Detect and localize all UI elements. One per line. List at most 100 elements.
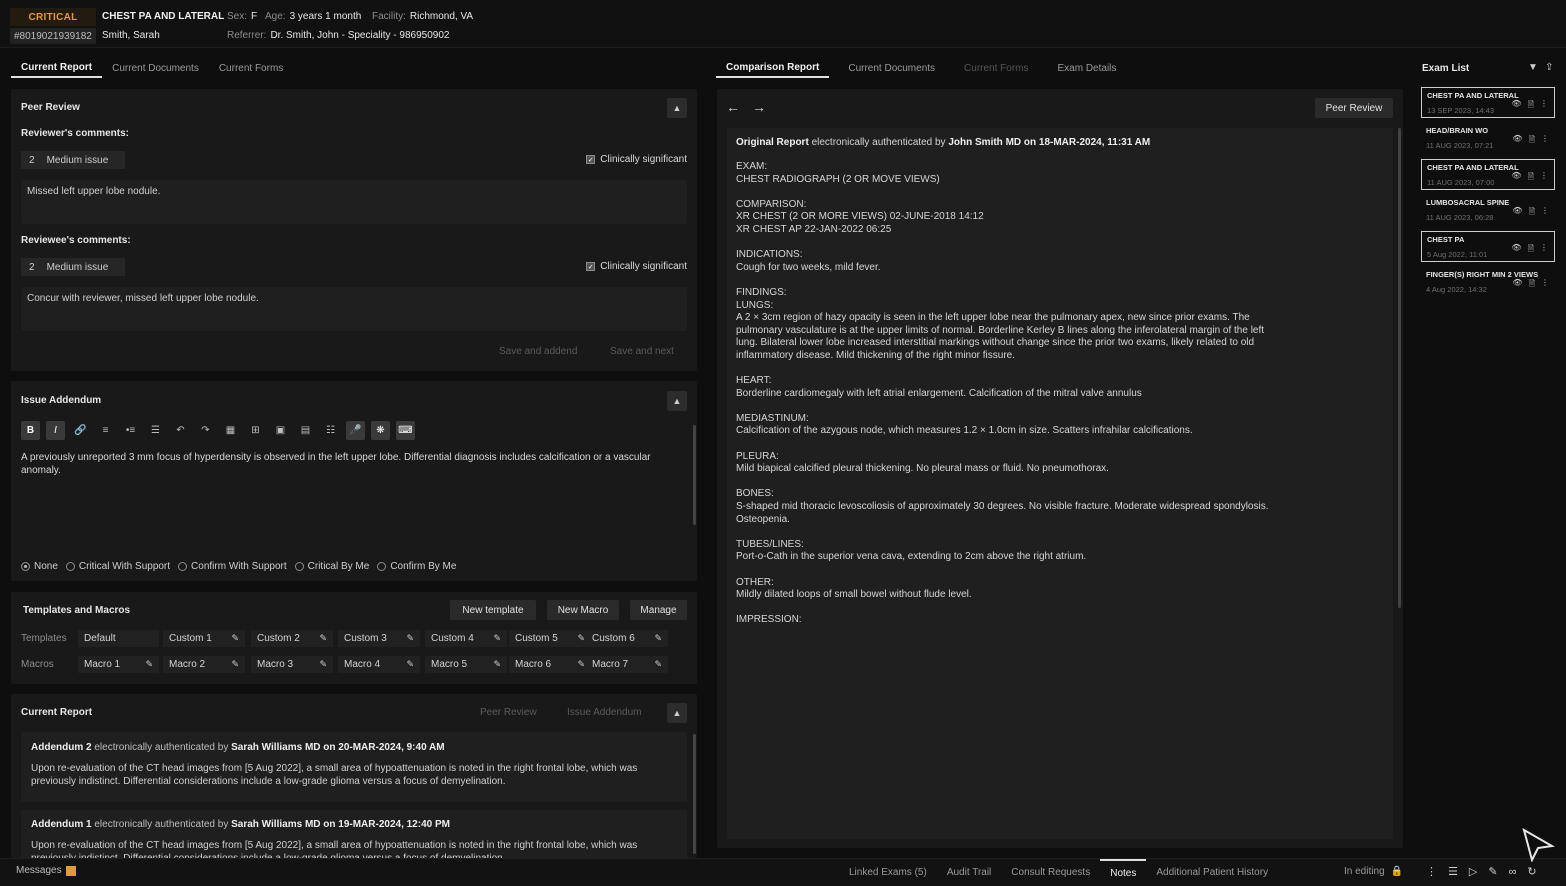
refresh-icon[interactable]: ↻ (1527, 865, 1536, 878)
scrollbar[interactable] (693, 734, 696, 854)
pencil-icon[interactable]: ✎ (231, 633, 239, 644)
exam-list-item[interactable]: FINGER(S) RIGHT MIN 2 VIEWS 4 Aug 2022, 1… (1421, 267, 1555, 298)
eye-icon[interactable]: 👁 (1511, 171, 1521, 185)
document-search-icon[interactable]: ☷ (321, 421, 340, 440)
template-custom-5[interactable]: Custom 5 ✎ (509, 630, 591, 647)
footer-tab[interactable]: Linked Exams (5) (839, 859, 937, 885)
template-custom-1[interactable]: Custom 1 ✎ (163, 630, 245, 647)
template-custom-3[interactable]: Custom 3 ✎ (338, 630, 420, 647)
eye-icon[interactable]: 👁 (1512, 278, 1522, 292)
macro-1[interactable]: Macro 1 ✎ (78, 656, 159, 673)
eye-icon[interactable]: 👁 (1512, 134, 1522, 148)
scrollbar[interactable] (1398, 128, 1401, 608)
media-icon[interactable]: ▣ (271, 421, 290, 440)
pencil-icon[interactable]: ✎ (577, 659, 585, 670)
eye-icon[interactable]: 👁 (1511, 243, 1521, 257)
collapse-button[interactable]: ▲ (667, 391, 687, 411)
eye-icon[interactable]: 👁 (1511, 99, 1521, 113)
save-and-addend-button[interactable]: Save and addend (499, 346, 577, 357)
ai-assist-icon[interactable]: ❋ (371, 421, 390, 440)
microphone-icon[interactable]: 🎤 (346, 421, 365, 440)
pencil-icon[interactable]: ✎ (319, 633, 327, 644)
option-critical-with-support[interactable]: Critical With Support (65, 561, 170, 572)
document-icon[interactable]: 🗎 (1529, 206, 1535, 220)
addendum-text-editor[interactable]: A previously unreported 3 mm focus of hy… (21, 451, 685, 477)
option-confirm-by-me[interactable]: Confirm By Me (377, 561, 456, 572)
option-critical-by-me[interactable]: Critical By Me (294, 561, 369, 572)
pencil-icon[interactable]: ✎ (231, 659, 239, 670)
exam-list-item[interactable]: CHEST PA AND LATERAL 13 SEP 2023, 14:43 👁 🗎… (1421, 87, 1555, 118)
next-icon[interactable]: ▷ (1469, 865, 1477, 878)
upload-icon[interactable]: ⇪ (1545, 62, 1553, 73)
bold-icon[interactable]: B (21, 421, 40, 440)
edit-window-icon[interactable]: ✎ (1488, 865, 1497, 878)
exam-list-item[interactable]: CHEST PA AND LATERAL 11 AUG 2023, 07:00 👁 🗎… (1421, 159, 1555, 190)
macro-6[interactable]: Macro 6 ✎ (509, 656, 591, 673)
align-icon[interactable]: ☰ (146, 421, 165, 440)
footer-tab[interactable]: Audit Trail (937, 859, 1001, 885)
collapse-button[interactable]: ▲ (667, 98, 687, 118)
arrow-left-icon[interactable]: ← (726, 99, 740, 115)
tab-current-documents[interactable]: Current Documents (838, 58, 945, 78)
tab-current-documents[interactable]: Current Documents (102, 58, 209, 78)
link-icon[interactable]: ∞ (1509, 866, 1517, 878)
template-default[interactable]: Default (78, 630, 159, 647)
pencil-icon[interactable]: ✎ (406, 633, 414, 644)
redo-icon[interactable]: ↷ (196, 421, 215, 440)
more-vertical-icon[interactable]: ⋮ (1541, 278, 1549, 292)
eye-icon[interactable]: 👁 (1512, 206, 1522, 220)
document-icon[interactable]: 🗎 (1528, 171, 1534, 185)
new-macro-button[interactable]: New Macro (547, 600, 619, 620)
filter-icon[interactable]: ▼ (1528, 62, 1538, 73)
table-icon[interactable]: ▦ (221, 421, 240, 440)
reviewee-comment-field[interactable]: Concur with reviewer, missed left upper … (21, 287, 687, 331)
pencil-icon[interactable]: ✎ (406, 659, 414, 670)
scrollbar[interactable] (693, 425, 696, 525)
exam-list-item[interactable]: LUMBOSACRAL SPINE 11 AUG 2023, 06:28 👁 🗎 ⋮ (1421, 195, 1555, 226)
pencil-icon[interactable]: ✎ (654, 633, 662, 644)
macro-5[interactable]: Macro 5 ✎ (425, 656, 507, 673)
template-custom-6[interactable]: Custom 6 ✎ (586, 630, 668, 647)
macro-7[interactable]: Macro 7 ✎ (586, 656, 668, 673)
pencil-icon[interactable]: ✎ (145, 659, 153, 670)
tab-current-forms[interactable]: Current Forms (209, 58, 293, 78)
footer-tab[interactable]: Consult Requests (1001, 859, 1100, 885)
reviewer-severity-select[interactable]: 2 Medium issue (21, 151, 125, 169)
more-vertical-icon[interactable]: ⋮ (1541, 134, 1549, 148)
option-confirm-with-support[interactable]: Confirm With Support (178, 561, 287, 572)
link-icon[interactable]: 🔗 (71, 421, 90, 440)
template-custom-4[interactable]: Custom 4 ✎ (425, 630, 507, 647)
document-icon[interactable]: 🗎 (1529, 278, 1535, 292)
reviewer-comment-field[interactable]: Missed left upper lobe nodule. (21, 180, 687, 224)
document-icon[interactable]: 🗎 (1528, 243, 1534, 257)
bullet-list-icon[interactable]: •≡ (121, 421, 140, 440)
checklist-icon[interactable]: ☰ (1448, 865, 1458, 878)
save-and-next-button[interactable]: Save and next (610, 346, 674, 357)
numbered-list-icon[interactable]: ≡ (96, 421, 115, 440)
manage-button[interactable]: Manage (630, 600, 687, 620)
peer-review-button[interactable]: Peer Review (1315, 98, 1393, 118)
macro-2[interactable]: Macro 2 ✎ (163, 656, 245, 673)
undo-icon[interactable]: ↶ (171, 421, 190, 440)
template-icon[interactable]: ▤ (296, 421, 315, 440)
macro-4[interactable]: Macro 4 ✎ (338, 656, 420, 673)
more-vertical-icon[interactable]: ⋮ (1540, 99, 1548, 113)
reviewee-severity-select[interactable]: 2 Medium issue (21, 258, 125, 276)
new-template-button[interactable]: New template (450, 600, 536, 620)
pencil-icon[interactable]: ✎ (493, 633, 501, 644)
more-vertical-icon[interactable]: ⋮ (1426, 865, 1437, 878)
pencil-icon[interactable]: ✎ (493, 659, 501, 670)
tab-current-forms[interactable]: Current Forms (954, 58, 1038, 78)
document-icon[interactable]: 🗎 (1529, 134, 1535, 148)
pencil-icon[interactable]: ✎ (577, 633, 585, 644)
issue-addendum-link[interactable]: Issue Addendum (567, 707, 642, 718)
exam-list-item[interactable]: CHEST PA 5 Aug 2022, 11:01 👁 🗎 ⋮ (1421, 231, 1555, 262)
tab-exam-details[interactable]: Exam Details (1048, 58, 1127, 78)
reviewer-clinically-significant[interactable]: ✓ Clinically significant (586, 154, 687, 165)
document-icon[interactable]: 🗎 (1528, 99, 1534, 113)
option-none[interactable]: None (21, 561, 58, 572)
pencil-icon[interactable]: ✎ (319, 659, 327, 670)
macro-3[interactable]: Macro 3 ✎ (251, 656, 333, 673)
pencil-icon[interactable]: ✎ (654, 659, 662, 670)
template-custom-2[interactable]: Custom 2 ✎ (251, 630, 333, 647)
